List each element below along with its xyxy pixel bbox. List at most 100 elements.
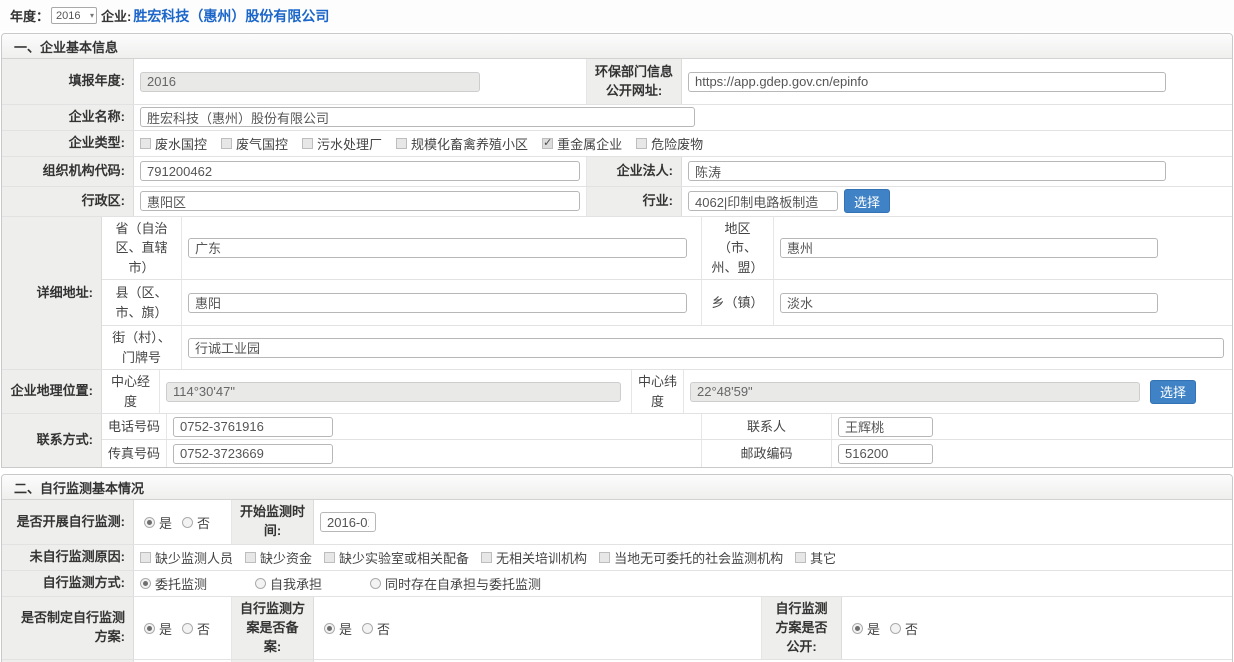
radio-checked-icon[interactable] <box>324 623 335 634</box>
latitude-input[interactable] <box>690 382 1140 402</box>
start-time-input[interactable] <box>320 512 376 532</box>
checkbox-icon[interactable] <box>324 552 335 563</box>
radio-icon[interactable] <box>370 578 381 589</box>
no-label: 否 <box>905 619 918 638</box>
monitor-mode-row: 自行监测方式: 委托监测 自我承担 同时存在自承担与委托监测 <box>2 571 1232 597</box>
radio-checked-icon[interactable] <box>144 623 155 634</box>
fax-cell <box>167 440 702 467</box>
radio-icon[interactable] <box>362 623 373 634</box>
no-monitor-reason-cell: 缺少监测人员 缺少资金 缺少实验室或相关配备 无相关培训机构 当地无可委托的社会… <box>134 545 1232 570</box>
address-county-row: 县（区、市、旗） 乡（镇） <box>102 280 1232 326</box>
start-time-cell <box>314 500 1232 544</box>
checkbox-icon[interactable] <box>140 552 151 563</box>
town-input[interactable] <box>780 293 1158 313</box>
plan-public-radios: 是 否 <box>842 597 1232 660</box>
checkbox-icon[interactable] <box>140 138 151 149</box>
carry-out-row: 是否开展自行监测: 是 否 开始监测时间: <box>2 500 1232 545</box>
type-option-label: 污水处理厂 <box>317 134 382 153</box>
reason-option-label: 缺少实验室或相关配备 <box>339 548 469 567</box>
yes-label: 是 <box>339 619 352 638</box>
geo-row: 企业地理位置: 中心经度 中心纬度 选择 <box>2 370 1232 414</box>
caret-down-icon: ▾ <box>90 12 94 20</box>
region-input[interactable] <box>780 238 1158 258</box>
radio-icon[interactable] <box>182 517 193 528</box>
phone-input[interactable] <box>173 417 333 437</box>
contact-person-input[interactable] <box>838 417 933 437</box>
fax-input[interactable] <box>173 444 333 464</box>
year-select-value: 2016 <box>56 10 80 22</box>
checkbox-icon[interactable] <box>481 552 492 563</box>
radio-checked-icon[interactable] <box>140 578 151 589</box>
checkbox-icon[interactable] <box>795 552 806 563</box>
industry-cell: 选择 <box>682 187 1232 216</box>
street-label: 街（村）、门牌号 <box>102 326 182 369</box>
street-input[interactable] <box>188 338 1224 358</box>
longitude-label: 中心经度 <box>102 370 160 413</box>
checkbox-icon[interactable] <box>396 138 407 149</box>
district-row: 行政区: 行业: 选择 <box>2 187 1232 217</box>
district-cell <box>134 187 587 216</box>
report-year-label: 填报年度: <box>2 59 134 104</box>
contact-person-label: 联系人 <box>702 414 832 439</box>
radio-icon[interactable] <box>890 623 901 634</box>
company-name-input[interactable] <box>140 107 695 127</box>
county-input[interactable] <box>188 293 687 313</box>
address-label: 详细地址: <box>2 217 102 370</box>
town-cell <box>774 280 1232 325</box>
has-plan-label: 是否制定自行监测方案: <box>2 597 134 660</box>
district-label: 行政区: <box>2 187 134 216</box>
radio-icon[interactable] <box>182 623 193 634</box>
no-label: 否 <box>377 619 390 638</box>
checkbox-icon[interactable] <box>221 138 232 149</box>
company-name-link[interactable]: 胜宏科技（惠州）股份有限公司 <box>133 6 329 26</box>
company-name-cell <box>134 105 1232 130</box>
company-name-row: 企业名称: <box>2 105 1232 131</box>
epinfo-url-label: 环保部门信息公开网址: <box>587 59 682 104</box>
yes-label: 是 <box>159 619 172 638</box>
yes-label: 是 <box>867 619 880 638</box>
longitude-cell <box>160 370 632 413</box>
province-input[interactable] <box>188 238 687 258</box>
checkbox-icon[interactable] <box>636 138 647 149</box>
legal-person-cell <box>682 157 1232 186</box>
type-option-label: 重金属企业 <box>557 134 622 153</box>
org-code-label: 组织机构代码: <box>2 157 134 186</box>
reason-option-label: 当地无可委托的社会监测机构 <box>614 548 783 567</box>
district-input[interactable] <box>140 191 580 211</box>
industry-input[interactable] <box>688 191 838 211</box>
type-option-label: 规模化畜禽养殖小区 <box>411 134 528 153</box>
reason-option-label: 缺少监测人员 <box>155 548 233 567</box>
checkbox-icon[interactable] <box>302 138 313 149</box>
reason-option-label: 无相关培训机构 <box>496 548 587 567</box>
checkbox-icon[interactable] <box>245 552 256 563</box>
county-cell <box>182 280 702 325</box>
contact-label: 联系方式: <box>2 414 102 467</box>
postcode-cell <box>832 440 1232 467</box>
latitude-label: 中心纬度 <box>632 370 684 413</box>
no-label: 否 <box>197 513 210 532</box>
checkbox-icon[interactable] <box>599 552 610 563</box>
type-option-label: 废水国控 <box>155 134 207 153</box>
postcode-input[interactable] <box>838 444 933 464</box>
geo-select-button[interactable]: 选择 <box>1150 380 1196 404</box>
epinfo-url-input[interactable] <box>688 72 1166 92</box>
org-code-row: 组织机构代码: 企业法人: <box>2 157 1232 187</box>
org-code-input[interactable] <box>140 161 580 181</box>
yes-label: 是 <box>159 513 172 532</box>
radio-icon[interactable] <box>255 578 266 589</box>
report-year-cell <box>134 59 587 104</box>
checkbox-checked-icon[interactable] <box>542 138 553 149</box>
legal-person-input[interactable] <box>688 161 1166 181</box>
plan-filed-radios: 是 否 <box>314 597 762 660</box>
year-select[interactable]: 2016 ▾ <box>51 7 97 24</box>
contact-person-cell <box>832 414 1232 439</box>
industry-select-button[interactable]: 选择 <box>844 189 890 213</box>
reason-option-label: 其它 <box>810 548 836 567</box>
longitude-input[interactable] <box>166 382 621 402</box>
region-cell <box>774 217 1232 280</box>
report-year-input[interactable] <box>140 72 480 92</box>
radio-checked-icon[interactable] <box>852 623 863 634</box>
radio-checked-icon[interactable] <box>144 517 155 528</box>
contact-block: 联系方式: 电话号码 联系人 传真号码 邮政编码 <box>2 414 1232 467</box>
has-plan-radios: 是 否 <box>134 597 232 660</box>
